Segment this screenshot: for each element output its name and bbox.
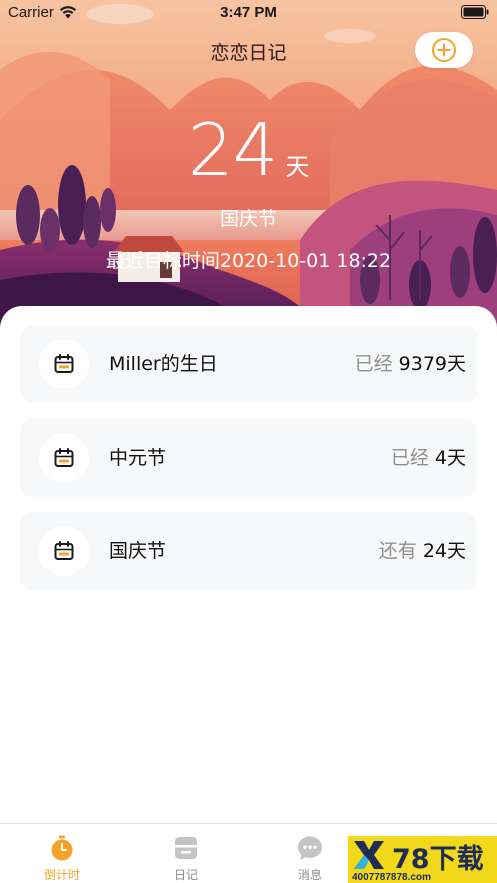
event-title: 中元节 (109, 447, 167, 469)
event-count-prefix: 已经 (390, 447, 429, 469)
event-icon-badge (39, 526, 89, 576)
tab-label: 倒计时 (43, 868, 80, 882)
event-count: 还有 24天 (379, 512, 466, 590)
diary-icon (175, 837, 197, 859)
watermark-logo: 78下载 4007787878.com (348, 836, 497, 883)
watermark-brand: 78下载 (392, 844, 484, 875)
tab-countdown[interactable]: 倒计时 (0, 824, 124, 883)
message-icon (298, 836, 322, 860)
event-icon-badge (39, 339, 89, 389)
status-time: 3:47 PM (220, 4, 277, 21)
event-count: 已经 4天 (391, 419, 466, 497)
hero-banner: Carrier 3:47 PM 恋恋日记 24 天 国庆节 最近目标时间2020-… (0, 0, 497, 330)
stopwatch-icon (51, 835, 73, 861)
event-count-value: 9379天 (398, 353, 466, 375)
event-count-prefix: 还有 (378, 540, 417, 562)
event-card[interactable]: Miller的生日 已经 9379天 (20, 325, 477, 403)
countdown-display: 24 天 (0, 108, 497, 192)
countdown-unit: 天 (285, 153, 310, 181)
tab-label: 日记 (173, 868, 198, 882)
plus-circle-icon (432, 38, 456, 62)
event-title: 国庆节 (109, 540, 167, 562)
event-count-value: 24天 (422, 540, 466, 562)
event-count: 已经 9379天 (355, 325, 466, 403)
event-list: Miller的生日 已经 9379天 中元节 已经 4天 国庆节 还有 24天 (0, 306, 497, 826)
event-count-prefix: 已经 (354, 353, 393, 375)
watermark-number: 4007787878.com (352, 872, 431, 883)
calendar-icon (54, 541, 74, 560)
countdown-number: 24 (187, 108, 279, 192)
battery-icon (461, 5, 489, 19)
featured-event-name: 国庆节 (219, 208, 277, 230)
tab-diary[interactable]: 日记 (124, 824, 248, 883)
add-event-button[interactable] (415, 32, 473, 68)
x-logo-icon (354, 841, 384, 869)
calendar-icon (54, 354, 74, 373)
status-bar: Carrier 3:47 PM (0, 0, 497, 26)
event-card[interactable]: 中元节 已经 4天 (20, 419, 477, 497)
target-time: 最近目标时间2020-10-01 18:22 (105, 250, 392, 272)
event-count-value: 4天 (434, 447, 466, 469)
event-icon-badge (39, 433, 89, 483)
calendar-icon (54, 448, 74, 467)
event-card[interactable]: 国庆节 还有 24天 (20, 512, 477, 590)
event-title: Miller的生日 (109, 353, 218, 375)
